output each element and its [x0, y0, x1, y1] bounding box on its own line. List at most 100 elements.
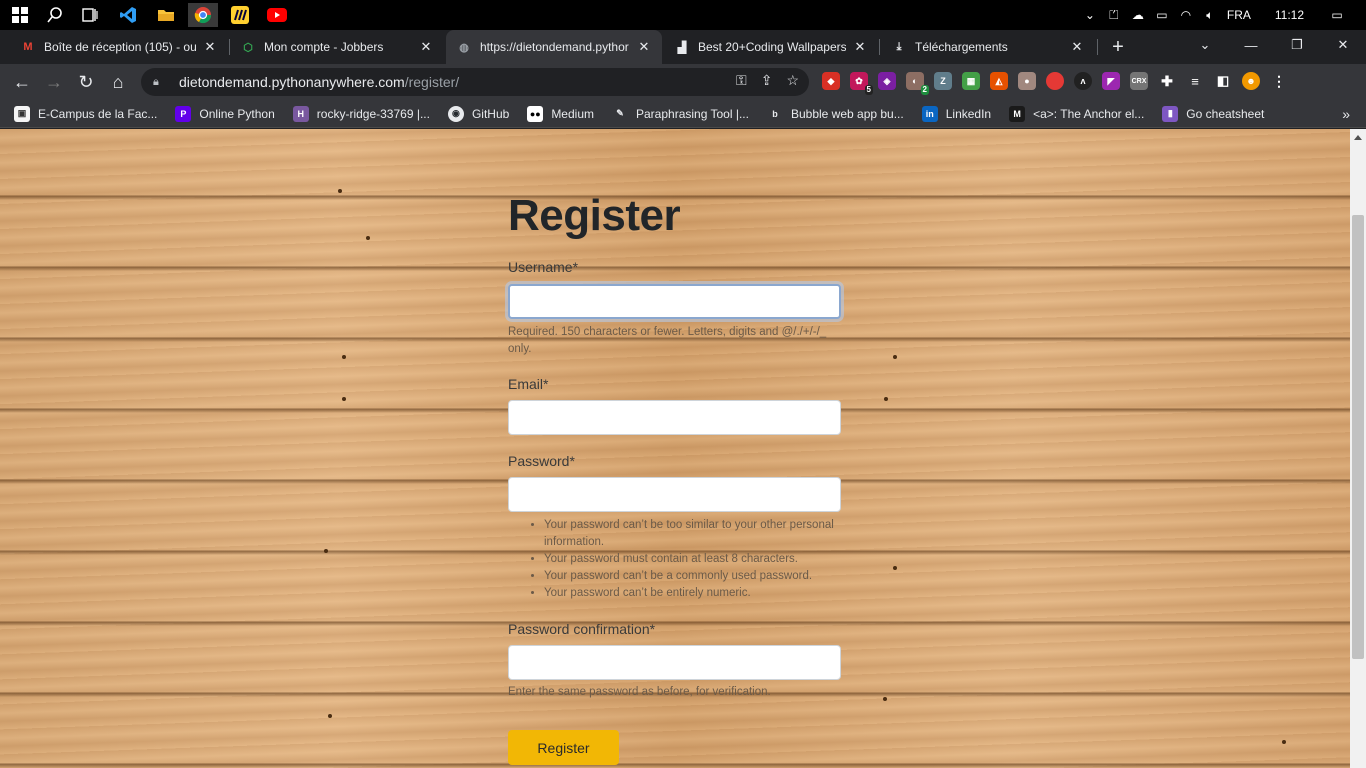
notification-icon[interactable]: ▭ [1330, 8, 1344, 22]
tab-search-icon[interactable]: ⌄ [1182, 30, 1228, 60]
task-view-icon[interactable] [78, 3, 102, 27]
close-icon[interactable]: ✕ [418, 39, 434, 55]
extension-z-icon[interactable]: Z [934, 72, 952, 90]
extension-ball-icon[interactable] [1046, 72, 1064, 90]
minimize-button[interactable]: — [1228, 30, 1274, 60]
extension-crx-icon[interactable]: CRX [1130, 72, 1148, 90]
restore-button[interactable]: ❐ [1274, 30, 1320, 60]
tab-dietondemand[interactable]: ◍ https://dietondemand.pythor ✕ [446, 30, 662, 64]
globe-icon: ◍ [459, 41, 469, 54]
bookmark-github[interactable]: ◉ GitHub [447, 105, 509, 122]
clock[interactable]: 11:12 [1275, 8, 1304, 22]
tab-downloads[interactable]: ⤓ Téléchargements ✕ [881, 30, 1095, 64]
side-panel-icon[interactable]: ◧ [1214, 72, 1232, 90]
browser-toolbar: ← → ↻ ⌂ 🔒︎ dietondemand.pythonanywhere.c… [0, 64, 1366, 100]
tab-gmail[interactable]: M Boîte de réception (105) - ou ✕ [10, 30, 228, 64]
reload-button[interactable]: ↻ [74, 70, 98, 94]
key-icon[interactable]: ⚿ [736, 72, 747, 89]
medium-icon: ●● [527, 105, 544, 122]
bookmark-linkedin[interactable]: in LinkedIn [921, 105, 991, 122]
tab-separator [1097, 39, 1098, 55]
more-bookmarks-icon[interactable]: » [1342, 106, 1350, 122]
bookmark-label: <a>: The Anchor el... [1033, 106, 1145, 121]
scroll-up-arrow-icon[interactable] [1354, 135, 1362, 140]
bookmark-medium[interactable]: ●● Medium [527, 105, 594, 122]
wallpaper-site-icon: ▟ [677, 41, 687, 54]
tab-title: https://dietondemand.pythor [480, 40, 629, 54]
close-icon[interactable]: ✕ [852, 39, 868, 55]
chrome-taskbar-icon[interactable] [188, 3, 218, 27]
extension-red-icon[interactable]: ◆ [822, 72, 840, 90]
mdn-icon: M [1009, 105, 1026, 122]
wood-knot [893, 566, 897, 570]
extension-bug-icon[interactable]: ◐ 2 [906, 72, 929, 95]
extensions-puzzle-icon[interactable]: ✚ [1158, 72, 1176, 90]
wood-knot [883, 697, 887, 701]
tab-title: Téléchargements [915, 40, 1008, 54]
python-icon: P [175, 105, 192, 122]
email-input[interactable] [508, 400, 841, 435]
username-input[interactable] [508, 284, 841, 319]
extension-multi-icon[interactable]: ▦ [962, 72, 980, 90]
extensions-bar: ◆ ✿ 5 ◈ ◐ 2 Z ▦ ◭ ● ᴧ ◤ CRX ✚ ≡ ◧ ☻ ⋮ [822, 72, 1288, 95]
password-help-item: Your password can’t be too similar to yo… [544, 517, 838, 551]
miro-icon[interactable] [228, 3, 252, 27]
bookmark-ecampus[interactable]: ▣ E-Campus de la Fac... [14, 105, 158, 122]
share-icon[interactable]: ⇪ [761, 72, 773, 89]
chevron-up-icon[interactable]: ⌄ [1083, 8, 1097, 22]
scrollbar-thumb[interactable] [1352, 215, 1364, 659]
bookmark-heroku[interactable]: Hrocky-ridge-33769 |... [292, 105, 430, 122]
file-explorer-icon[interactable] [154, 3, 178, 27]
volume-icon[interactable]: 🔈︎ [1203, 8, 1217, 22]
wifi-icon[interactable]: ◠ [1179, 8, 1193, 22]
bookmark-online-python[interactable]: P Online Python [175, 105, 275, 122]
bookmark-label: Go cheatsheet [1186, 106, 1265, 121]
bookmark-bubble[interactable]: b Bubble web app bu... [767, 106, 904, 122]
bookmark-star-icon[interactable]: ☆ [786, 72, 799, 89]
extension-candy-icon[interactable]: ✿ 5 [850, 72, 873, 95]
tab-title: Best 20+Coding Wallpapers | [698, 40, 846, 54]
home-button[interactable]: ⌂ [106, 70, 130, 94]
cloud-icon[interactable]: ☁ [1131, 8, 1145, 22]
extension-purple-icon[interactable]: ◤ [1102, 72, 1120, 90]
tab-wallpapers[interactable]: ▟ Best 20+Coding Wallpapers | ✕ [664, 30, 878, 64]
register-button[interactable]: Register [508, 730, 619, 765]
bookmark-label: E-Campus de la Fac... [38, 106, 158, 121]
close-icon[interactable]: ✕ [202, 39, 218, 55]
bookmark-label: Paraphrasing Tool |... [636, 106, 749, 121]
battery-icon[interactable]: ▭ [1155, 8, 1169, 22]
extension-letter-icon[interactable]: ᴧ [1074, 72, 1092, 90]
vscode-icon[interactable] [116, 3, 140, 27]
extension-cookie-icon[interactable]: ● [1018, 72, 1036, 90]
bookmark-mdn-anchor[interactable]: M <a>: The Anchor el... [1009, 105, 1145, 122]
menu-icon[interactable]: ⋮ [1270, 72, 1288, 90]
windows-start-icon[interactable] [8, 3, 32, 27]
bookmark-label: rocky-ridge-33769 |... [316, 106, 430, 121]
extension-fox-icon[interactable]: ◭ [990, 72, 1008, 90]
new-tab-button[interactable]: + [1106, 35, 1130, 59]
usb-icon[interactable]: ⏍ [1107, 8, 1121, 22]
bookmark-go-cheatsheet[interactable]: ▮ Go cheatsheet [1162, 105, 1265, 122]
forward-button[interactable]: → [42, 70, 66, 94]
avatar[interactable]: ☻ [1242, 72, 1260, 90]
lock-icon[interactable]: 🔒︎ [153, 76, 167, 89]
language-indicator[interactable]: FRA [1227, 8, 1251, 22]
search-icon[interactable] [43, 3, 67, 27]
password-confirmation-input[interactable] [508, 645, 841, 680]
bookmark-label: Online Python [199, 106, 275, 121]
page-scrollbar[interactable] [1350, 129, 1366, 768]
heroku-icon: H [292, 105, 309, 122]
close-icon[interactable]: ✕ [1069, 39, 1085, 55]
back-button[interactable]: ← [10, 70, 34, 94]
address-bar[interactable]: 🔒︎ dietondemand.pythonanywhere.com/regis… [141, 68, 809, 96]
close-window-button[interactable]: ✕ [1320, 30, 1366, 60]
badge: 5 [864, 85, 873, 95]
youtube-icon[interactable] [265, 3, 289, 27]
tab-jobbers[interactable]: ⬡ Mon compte - Jobbers ✕ [230, 30, 444, 64]
close-icon[interactable]: ✕ [636, 39, 652, 55]
extension-rainbow-icon[interactable]: ◈ [878, 72, 896, 90]
media-control-icon[interactable]: ≡ [1186, 72, 1204, 90]
bookmark-paraphrasing[interactable]: ✎ Paraphrasing Tool |... [612, 106, 749, 122]
password-input[interactable] [508, 477, 841, 512]
bookmark-label: Medium [551, 106, 594, 121]
